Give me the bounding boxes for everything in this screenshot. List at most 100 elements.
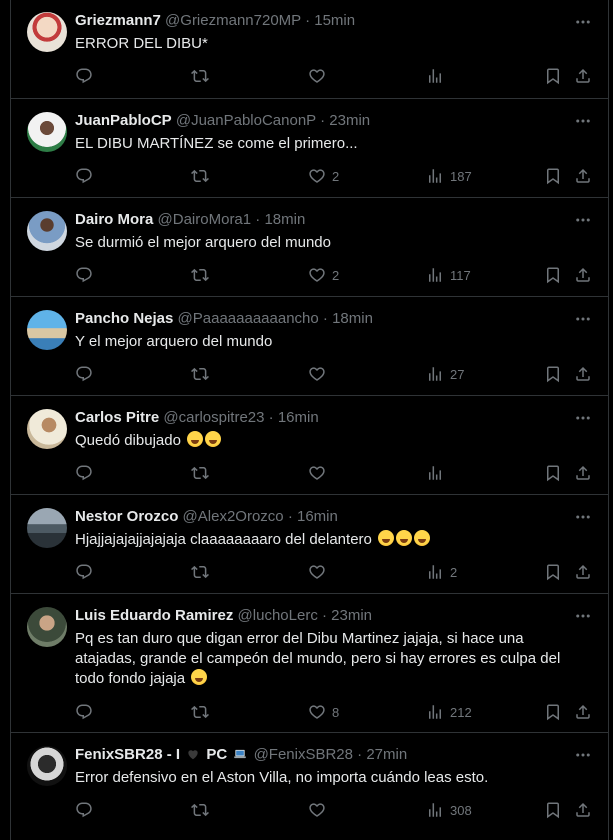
author-handle[interactable]: @Paaaaaaaaaancho	[178, 310, 319, 327]
share-button[interactable]	[574, 66, 592, 86]
retweet-button[interactable]	[191, 364, 215, 384]
more-icon[interactable]	[572, 608, 594, 624]
author-name[interactable]: Carlos Pitre	[75, 409, 159, 426]
timestamp[interactable]: 18min	[332, 310, 373, 327]
timestamp[interactable]: 23min	[331, 607, 372, 624]
share-button[interactable]	[574, 702, 592, 722]
avatar[interactable]	[27, 508, 67, 548]
reply-icon	[75, 365, 93, 383]
timestamp[interactable]: 18min	[264, 211, 305, 228]
more-icon[interactable]	[572, 14, 594, 30]
reply-button[interactable]	[75, 364, 99, 384]
more-icon[interactable]	[572, 747, 594, 763]
timestamp[interactable]: 16min	[297, 508, 338, 525]
more-icon[interactable]	[572, 509, 594, 525]
author-handle[interactable]: @JuanPabloCanonP	[176, 112, 316, 129]
avatar[interactable]	[27, 12, 67, 52]
retweet-button[interactable]	[191, 562, 215, 582]
share-button[interactable]	[574, 800, 592, 820]
tweet[interactable]: JuanPabloCP @JuanPabloCanonP · 23min EL …	[11, 99, 608, 198]
author-handle[interactable]: @Griezmann720MP	[165, 12, 301, 29]
views-button[interactable]: 308	[426, 800, 472, 820]
bookmark-button[interactable]	[544, 800, 562, 820]
like-icon	[308, 801, 326, 819]
share-button[interactable]	[574, 265, 592, 285]
author-name[interactable]: Dairo Mora	[75, 211, 153, 228]
avatar[interactable]	[27, 112, 67, 152]
like-button[interactable]: 8	[308, 702, 339, 722]
like-count: 2	[332, 168, 340, 184]
views-button[interactable]: 27	[426, 364, 464, 384]
reply-button[interactable]	[75, 166, 99, 186]
author-name[interactable]: Pancho Nejas	[75, 310, 173, 327]
author-name[interactable]: FenixSBR28 - I PC	[75, 746, 254, 763]
tweet[interactable]: Carlos Pitre @carlospitre23 · 16min Qued…	[11, 396, 608, 495]
more-icon[interactable]	[572, 113, 594, 129]
author-name[interactable]: Luis Eduardo Ramirez	[75, 607, 233, 624]
reply-button[interactable]	[75, 702, 99, 722]
views-button[interactable]: 187	[426, 166, 472, 186]
share-button[interactable]	[574, 562, 592, 582]
author-handle[interactable]: @luchoLerc	[238, 607, 318, 624]
like-button[interactable]	[308, 364, 332, 384]
author-handle[interactable]: @Alex2Orozco	[183, 508, 284, 525]
views-button[interactable]: 117	[426, 265, 471, 285]
like-button[interactable]	[308, 66, 332, 86]
like-button[interactable]: 2	[308, 265, 339, 285]
tweet[interactable]: Luis Eduardo Ramirez @luchoLerc · 23min …	[11, 594, 608, 733]
tweet[interactable]: Griezmann7 @Griezmann720MP · 15min ERROR…	[11, 0, 608, 99]
tweet[interactable]: FenixSBR28 - I PC @FenixSBR28 · 27min Er…	[11, 733, 608, 840]
author-handle[interactable]: @FenixSBR28	[254, 746, 353, 763]
retweet-button[interactable]	[191, 702, 215, 722]
retweet-button[interactable]	[191, 463, 215, 483]
author-name[interactable]: Griezmann7	[75, 12, 161, 29]
retweet-button[interactable]	[191, 800, 215, 820]
tweet[interactable]: Pancho Nejas @Paaaaaaaaaancho · 18min Y …	[11, 297, 608, 396]
like-button[interactable]	[308, 463, 332, 483]
like-button[interactable]: 2	[308, 166, 339, 186]
share-button[interactable]	[574, 463, 592, 483]
views-button[interactable]	[426, 463, 450, 483]
timestamp[interactable]: 15min	[314, 12, 355, 29]
author-name[interactable]: JuanPabloCP	[75, 112, 172, 129]
bookmark-icon	[544, 464, 562, 482]
share-button[interactable]	[574, 364, 592, 384]
tweet[interactable]: Dairo Mora @DairoMora1 · 18min Se durmió…	[11, 198, 608, 297]
retweet-button[interactable]	[191, 66, 215, 86]
bookmark-button[interactable]	[544, 702, 562, 722]
bookmark-button[interactable]	[544, 364, 562, 384]
author-name[interactable]: Nestor Orozco	[75, 508, 178, 525]
avatar[interactable]	[27, 607, 67, 647]
bookmark-button[interactable]	[544, 463, 562, 483]
reply-button[interactable]	[75, 562, 99, 582]
avatar[interactable]	[27, 211, 67, 251]
reply-button[interactable]	[75, 463, 99, 483]
avatar[interactable]	[27, 746, 67, 786]
bookmark-button[interactable]	[544, 166, 562, 186]
author-handle[interactable]: @carlospitre23	[163, 409, 264, 426]
more-icon[interactable]	[572, 311, 594, 327]
more-icon[interactable]	[572, 212, 594, 228]
reply-button[interactable]	[75, 265, 99, 285]
avatar[interactable]	[27, 409, 67, 449]
bookmark-button[interactable]	[544, 562, 562, 582]
author-handle[interactable]: @DairoMora1	[158, 211, 252, 228]
timestamp[interactable]: 27min	[366, 746, 407, 763]
bookmark-button[interactable]	[544, 265, 562, 285]
tweet[interactable]: Nestor Orozco @Alex2Orozco · 16min Hjajj…	[11, 495, 608, 594]
like-button[interactable]	[308, 800, 332, 820]
share-button[interactable]	[574, 166, 592, 186]
retweet-button[interactable]	[191, 166, 215, 186]
timestamp[interactable]: 16min	[278, 409, 319, 426]
avatar[interactable]	[27, 310, 67, 350]
like-button[interactable]	[308, 562, 332, 582]
bookmark-button[interactable]	[544, 66, 562, 86]
more-icon[interactable]	[572, 410, 594, 426]
views-button[interactable]: 2	[426, 562, 457, 582]
views-button[interactable]	[426, 66, 450, 86]
reply-button[interactable]	[75, 800, 99, 820]
views-button[interactable]: 212	[426, 702, 472, 722]
timestamp[interactable]: 23min	[329, 112, 370, 129]
reply-button[interactable]	[75, 66, 99, 86]
retweet-button[interactable]	[191, 265, 215, 285]
